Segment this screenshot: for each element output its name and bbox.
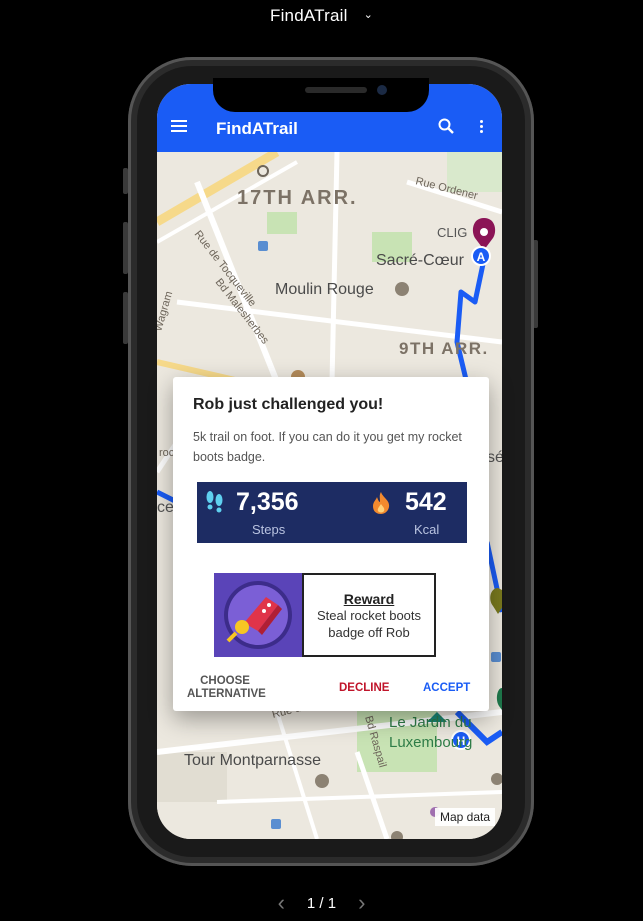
challenge-dialog: Rob just challenged you! 5k trail on foo… xyxy=(173,377,489,711)
kcal-unit: Kcal xyxy=(414,522,440,537)
map-label-se: sé xyxy=(487,449,502,466)
map-attribution[interactable]: Map data xyxy=(435,808,496,826)
map-park xyxy=(267,212,297,234)
next-page-icon[interactable]: › xyxy=(358,890,365,915)
map-label-luxembourg: Luxembourg xyxy=(389,734,472,751)
accept-button[interactable]: ACCEPT xyxy=(423,682,470,694)
app-title: FindATrail xyxy=(216,119,298,138)
decline-button[interactable]: DECLINE xyxy=(339,682,389,694)
flame-icon xyxy=(373,492,390,514)
choose-alternative-button[interactable]: CHOOSE ALTERNATIVE xyxy=(187,675,266,701)
landmark-icon xyxy=(395,282,409,296)
metro-icon xyxy=(491,652,501,662)
choose-alternative-line-2: ALTERNATIVE xyxy=(187,688,266,700)
more-options-icon[interactable] xyxy=(480,120,484,135)
chevron-down-icon[interactable]: ⌄ xyxy=(364,8,373,21)
map-label-clignancourt: CLIG xyxy=(437,225,467,240)
steps-unit: Steps xyxy=(252,522,286,537)
choose-alternative-line-1: CHOOSE xyxy=(200,675,250,687)
menu-icon[interactable] xyxy=(171,120,187,132)
reward-line-1: Steal rocket boots xyxy=(316,608,422,623)
steps-value: 7,356 xyxy=(236,488,299,516)
map-label-ce: ce xyxy=(157,499,174,516)
kcal-value: 542 xyxy=(405,488,447,516)
stats-panel: 7,356 Steps 542 Kcal xyxy=(197,482,467,543)
reward-description: Reward Steal rocket boots badge off Rob xyxy=(302,573,436,657)
metro-icon xyxy=(271,819,281,829)
speaker-grill xyxy=(305,87,367,93)
pager: ‹ 1 / 1 › xyxy=(0,890,643,916)
viewer-title-text: FindATrail xyxy=(270,6,348,25)
map-label-9th: 9TH ARR. xyxy=(399,339,489,358)
reward-title: Reward xyxy=(343,591,395,607)
previous-page-icon[interactable]: ‹ xyxy=(278,890,285,915)
dialog-actions: CHOOSE ALTERNATIVE DECLINE ACCEPT xyxy=(173,673,489,707)
viewer-title[interactable]: FindATrail ⌄ xyxy=(0,6,643,26)
metro-icon xyxy=(258,241,268,251)
dialog-title: Rob just challenged you! xyxy=(193,396,384,413)
search-icon[interactable] xyxy=(438,118,454,139)
map-label-sacre-coeur: Sacré-Cœur xyxy=(376,252,465,269)
camera-icon xyxy=(315,774,329,788)
map-label-jardin: Le Jardin du xyxy=(389,714,472,731)
dialog-body: 5k trail on foot. If you can do it you g… xyxy=(193,430,462,464)
map-pin-a-label: A xyxy=(477,250,486,264)
phone-notch xyxy=(213,78,429,112)
map-label-moulin-rouge: Moulin Rouge xyxy=(275,281,374,298)
map-label-tour-montparnasse: Tour Montparnasse xyxy=(184,752,321,769)
footsteps-icon xyxy=(206,491,223,513)
rocket-boots-badge-icon xyxy=(214,573,302,657)
reward-line-2: badge off Rob xyxy=(328,625,410,640)
page-indicator: 1 / 1 xyxy=(306,895,337,912)
map-label-17th: 17TH ARR. xyxy=(237,187,358,209)
front-camera xyxy=(377,85,387,95)
reward-card[interactable]: Reward Steal rocket boots badge off Rob xyxy=(214,573,436,657)
map-pin-dot xyxy=(480,228,488,236)
